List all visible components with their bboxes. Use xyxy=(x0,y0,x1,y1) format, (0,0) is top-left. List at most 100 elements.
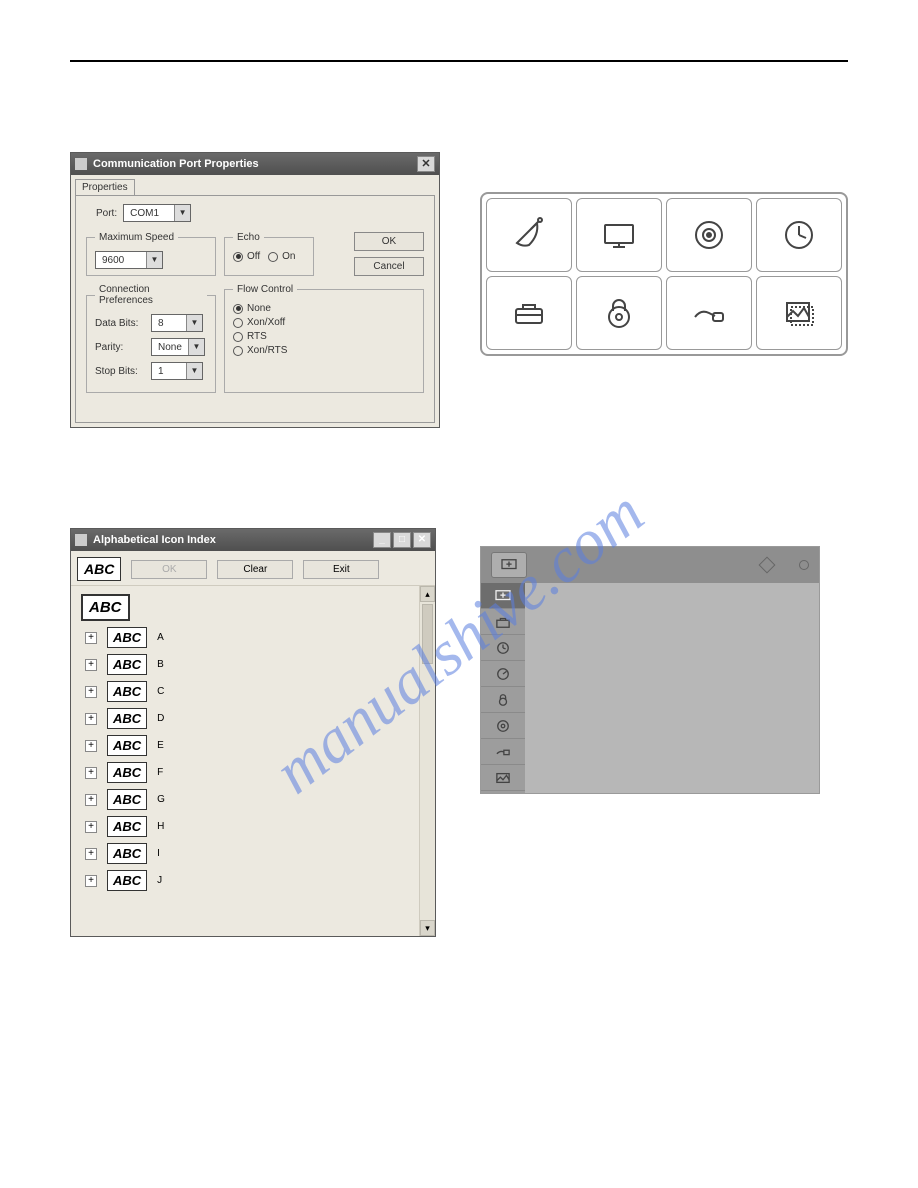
properties-tab[interactable]: Properties xyxy=(75,179,135,195)
scrollbar[interactable]: ▴ ▾ xyxy=(419,586,435,936)
tree-item[interactable]: + ABC J xyxy=(81,870,419,891)
abc-item-box: ABC xyxy=(107,870,147,891)
flow-none-radio[interactable]: None xyxy=(233,303,415,314)
scroll-thumb[interactable] xyxy=(422,604,433,664)
letter-label: G xyxy=(157,794,165,805)
abc-item-box: ABC xyxy=(107,708,147,729)
letter-label: H xyxy=(157,821,164,832)
flow-rts-radio[interactable]: RTS xyxy=(233,331,415,342)
stopbits-select[interactable]: 1 ▼ xyxy=(151,362,203,380)
expand-icon[interactable]: + xyxy=(85,794,97,806)
dropdown-icon[interactable]: ▼ xyxy=(186,315,202,331)
flow-control-group: Flow Control None Xon/Xoff RTS Xon/RTS xyxy=(224,284,424,393)
databits-select[interactable]: 8 ▼ xyxy=(151,314,203,332)
ok-button: OK xyxy=(131,560,207,579)
side-toolbox[interactable] xyxy=(481,609,525,635)
header-monitor-icon[interactable] xyxy=(491,552,527,578)
satellite-icon[interactable] xyxy=(486,198,572,272)
abc-item-box: ABC xyxy=(107,681,147,702)
echo-legend: Echo xyxy=(233,232,264,243)
clear-button[interactable]: Clear xyxy=(217,560,293,579)
tree-item[interactable]: +ABCH xyxy=(81,816,419,837)
scroll-up-button[interactable]: ▴ xyxy=(420,586,435,602)
dialog-titlebar: Alphabetical Icon Index _ □ ✕ xyxy=(71,529,435,551)
side-plug[interactable] xyxy=(481,739,525,765)
maxspeed-value: 9600 xyxy=(96,255,146,266)
ok-button[interactable]: OK xyxy=(354,232,424,251)
maximize-button[interactable]: □ xyxy=(393,532,411,548)
exit-button[interactable]: Exit xyxy=(303,560,379,579)
parity-label: Parity: xyxy=(95,342,145,353)
flow-xonxoff-radio[interactable]: Xon/Xoff xyxy=(233,317,415,328)
letter-label: J xyxy=(157,875,162,886)
port-label: Port: xyxy=(96,208,117,219)
lock-icon[interactable] xyxy=(576,276,662,350)
side-speaker[interactable] xyxy=(481,713,525,739)
letter-label: F xyxy=(157,767,163,778)
dropdown-icon[interactable]: ▼ xyxy=(186,363,202,379)
abc-item-box: ABC xyxy=(107,627,147,648)
dropdown-icon[interactable]: ▼ xyxy=(174,205,190,221)
submenu-content xyxy=(525,583,819,793)
expand-icon[interactable]: + xyxy=(85,740,97,752)
connection-preferences-group: Connection Preferences Data Bits: 8 ▼ xyxy=(86,284,216,393)
echo-off-radio[interactable]: Off xyxy=(233,251,260,262)
dialog-title: Communication Port Properties xyxy=(93,158,259,170)
expand-icon[interactable]: + xyxy=(85,713,97,725)
close-button[interactable]: ✕ xyxy=(413,532,431,548)
picture-icon[interactable] xyxy=(756,276,842,350)
tree-item[interactable]: +ABCA xyxy=(81,627,419,648)
scroll-down-button[interactable]: ▾ xyxy=(420,920,435,936)
tree-item[interactable]: + ABC G xyxy=(81,789,419,810)
expand-icon[interactable]: + xyxy=(85,767,97,779)
databits-label: Data Bits: xyxy=(95,318,145,329)
abc-logo: ABC xyxy=(77,557,121,581)
dialog-titlebar: Communication Port Properties ✕ xyxy=(71,153,439,175)
abc-item-box: ABC xyxy=(107,789,147,810)
abc-item-box: ABC xyxy=(107,735,147,756)
tree-root[interactable]: ABC xyxy=(81,594,130,621)
dropdown-icon[interactable]: ▼ xyxy=(146,252,162,268)
parity-select[interactable]: None ▼ xyxy=(151,338,205,356)
icon-tree: ABC +ABCA+ABCB+ABCC+ABCD+ABCE+ABCF+ABCG+… xyxy=(71,586,419,936)
expand-icon[interactable]: + xyxy=(85,686,97,698)
echo-on-radio[interactable]: On xyxy=(268,251,295,262)
minimize-button[interactable]: _ xyxy=(373,532,391,548)
plug-icon[interactable] xyxy=(666,276,752,350)
close-button[interactable]: ✕ xyxy=(417,156,435,172)
expand-icon[interactable]: + xyxy=(85,632,97,644)
tree-item[interactable]: + ABC F xyxy=(81,762,419,783)
flow-xonrts-radio[interactable]: Xon/RTS xyxy=(233,345,415,356)
side-picture[interactable] xyxy=(481,765,525,791)
expand-icon[interactable]: + xyxy=(85,848,97,860)
letter-label: I xyxy=(157,848,160,859)
expand-icon[interactable]: + xyxy=(85,875,97,887)
letter-label: C xyxy=(157,686,164,697)
expand-icon[interactable]: + xyxy=(85,821,97,833)
toolbox-icon[interactable] xyxy=(486,276,572,350)
app-icon xyxy=(75,158,87,170)
side-clock[interactable] xyxy=(481,635,525,661)
tree-item[interactable]: + ABC E xyxy=(81,735,419,756)
cancel-button[interactable]: Cancel xyxy=(354,257,424,276)
tree-item[interactable]: + ABC C xyxy=(81,681,419,702)
port-select[interactable]: COM1 ▼ xyxy=(123,204,191,222)
tree-item[interactable]: +ABCI xyxy=(81,843,419,864)
monitor-icon[interactable] xyxy=(576,198,662,272)
tree-item[interactable]: +ABCD xyxy=(81,708,419,729)
expand-icon[interactable]: + xyxy=(85,659,97,671)
side-gauge[interactable] xyxy=(481,661,525,687)
abc-item-box: ABC xyxy=(107,762,147,783)
tree-item[interactable]: +ABCB xyxy=(81,654,419,675)
echo-group: Echo Off On xyxy=(224,232,314,276)
maxspeed-select[interactable]: 9600 ▼ xyxy=(95,251,163,269)
circle-icon xyxy=(799,560,809,570)
letter-label: E xyxy=(157,740,164,751)
speaker-icon[interactable] xyxy=(666,198,752,272)
clock-icon[interactable] xyxy=(756,198,842,272)
menu-icon-grid xyxy=(480,192,848,356)
side-lock[interactable] xyxy=(481,687,525,713)
side-plus-monitor[interactable] xyxy=(481,583,525,609)
dialog-title: Alphabetical Icon Index xyxy=(93,534,216,546)
dropdown-icon[interactable]: ▼ xyxy=(188,339,204,355)
